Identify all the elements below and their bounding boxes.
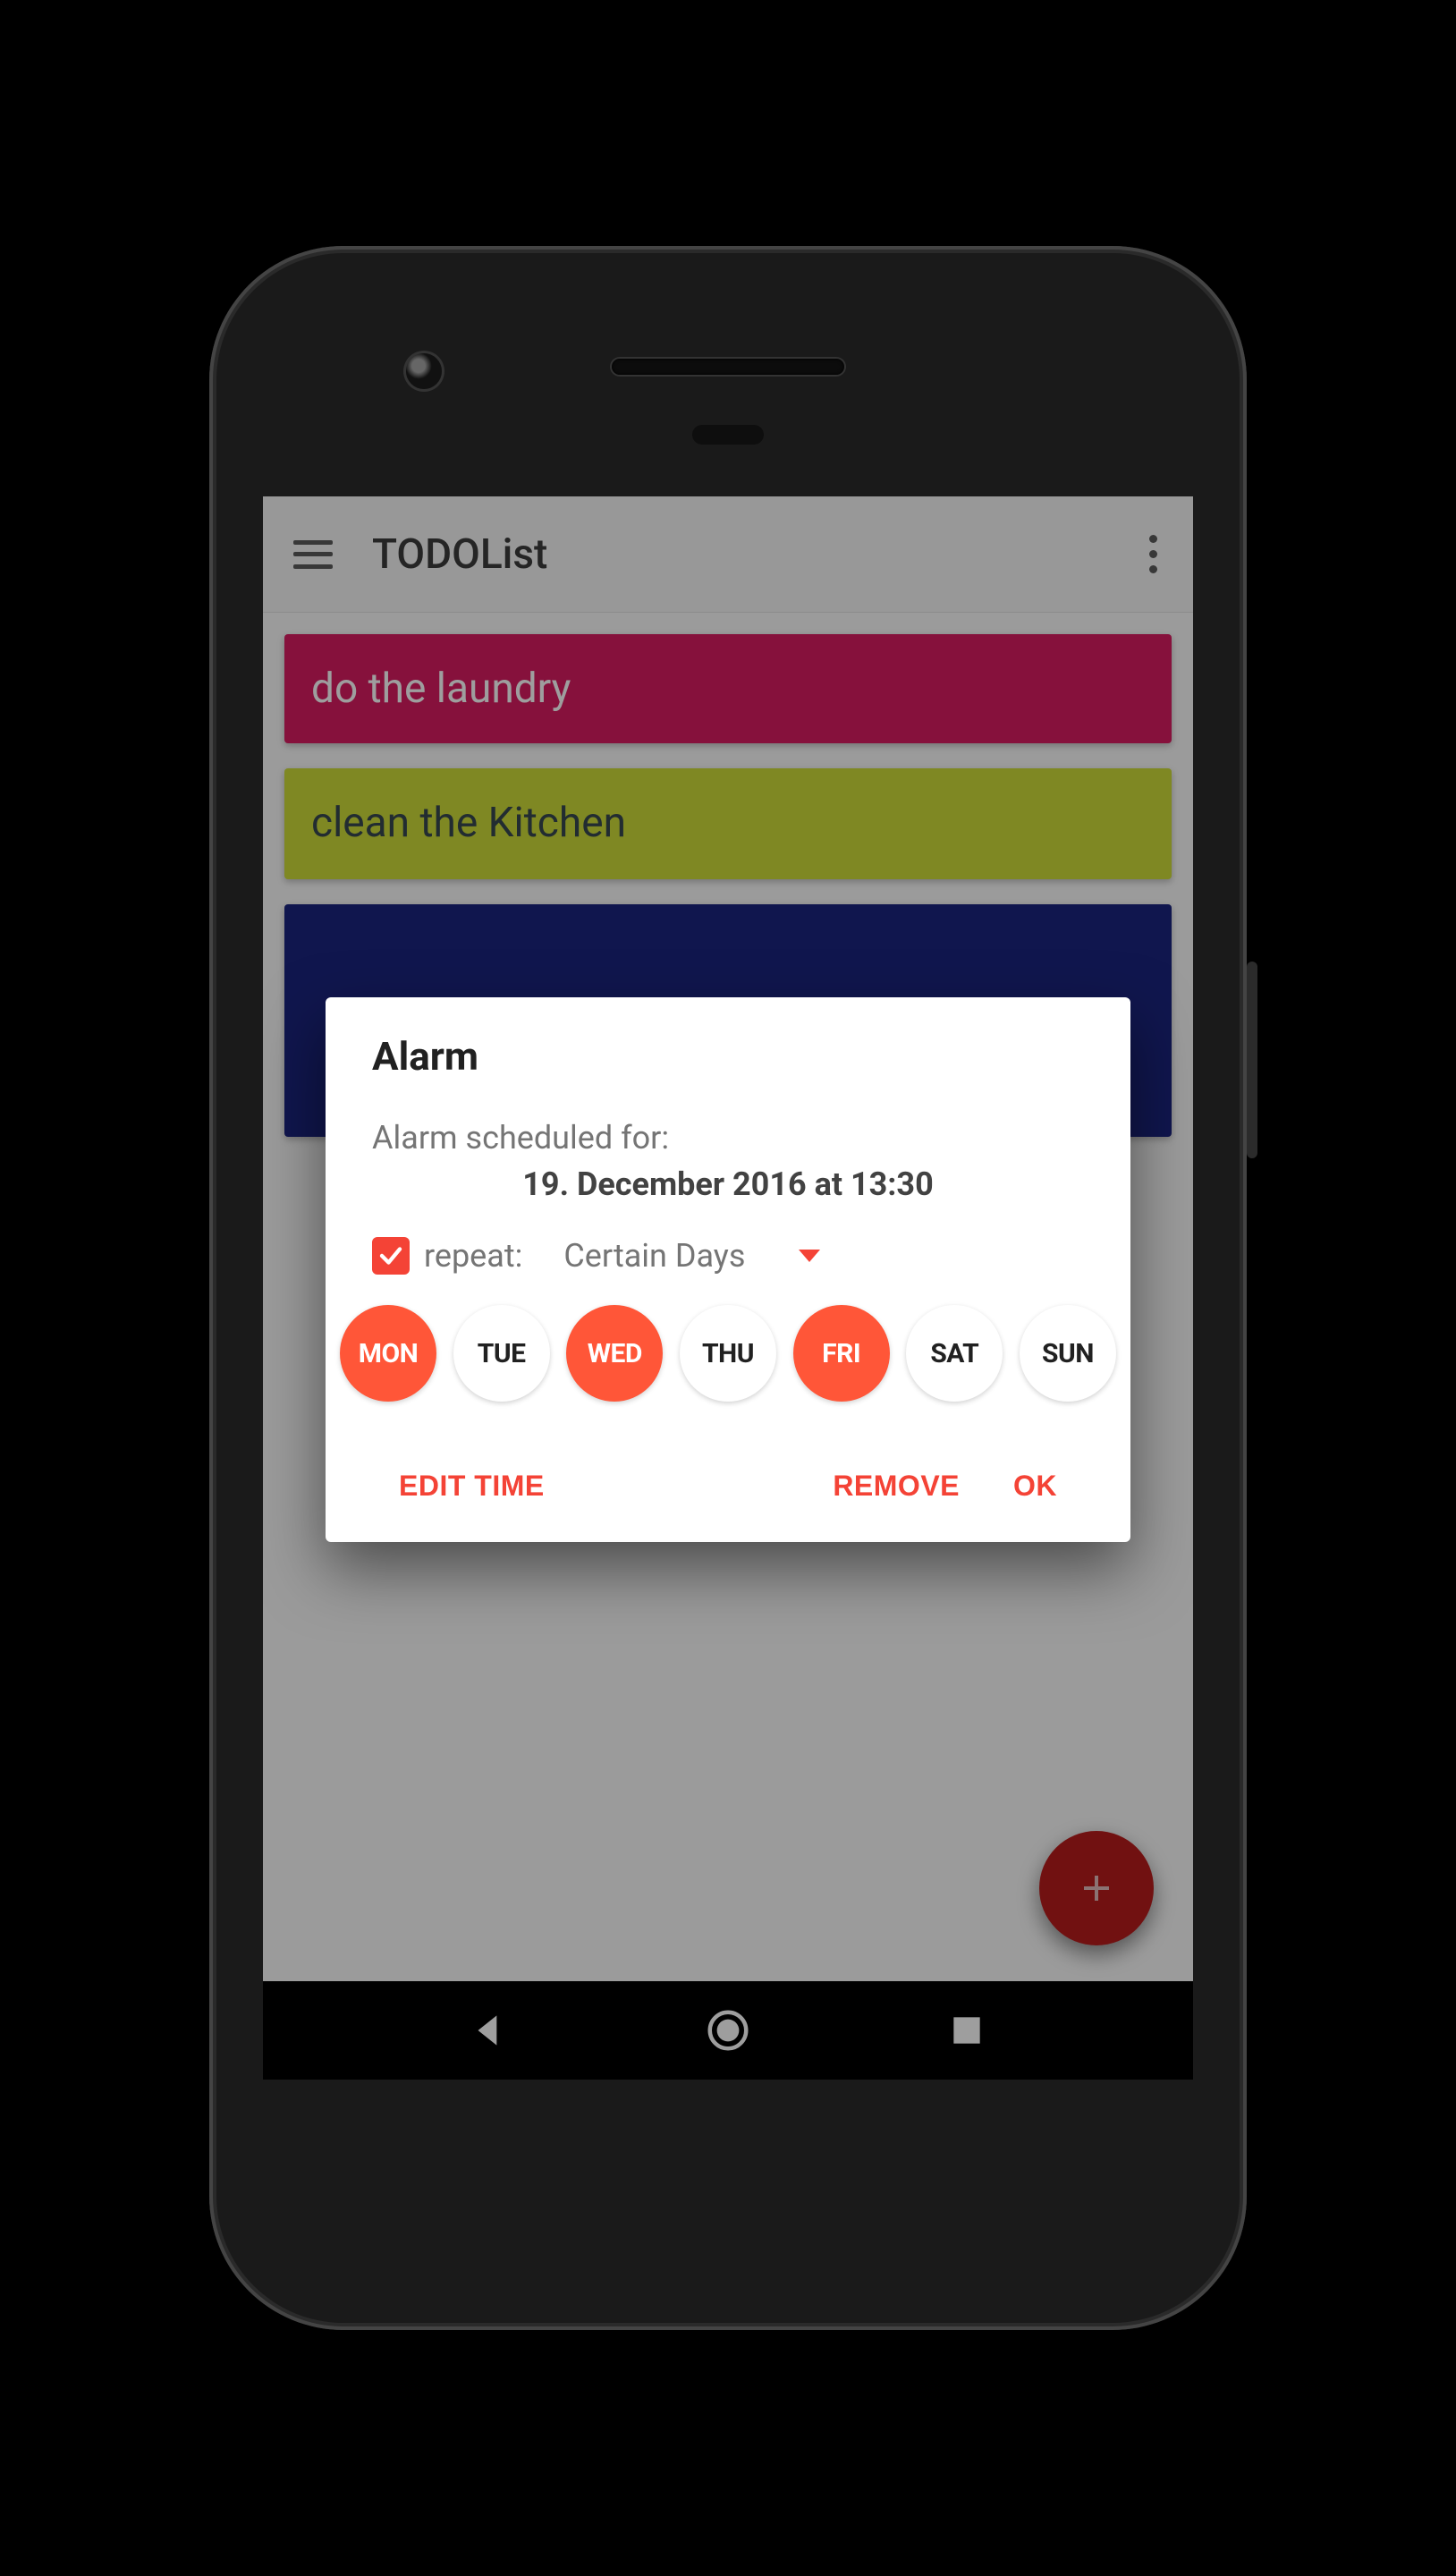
phone-frame: TODOList do the laundry clean the Kitche… (209, 246, 1247, 2330)
day-toggle-thu[interactable]: THU (680, 1305, 776, 1402)
scheduled-for-label: Alarm scheduled for: (372, 1119, 1084, 1157)
dialog-title: Alarm (372, 1033, 1084, 1080)
earpiece-speaker (612, 359, 844, 375)
ok-button[interactable]: OK (986, 1452, 1084, 1521)
day-toggle-wed[interactable]: WED (566, 1305, 663, 1402)
dropdown-arrow-icon (799, 1250, 820, 1262)
repeat-mode-dropdown[interactable]: Certain Days (563, 1237, 820, 1275)
device-screen: TODOList do the laundry clean the Kitche… (263, 496, 1193, 2080)
remove-button[interactable]: REMOVE (806, 1452, 986, 1521)
front-camera (406, 353, 442, 389)
repeat-row: repeat: Certain Days (372, 1237, 1084, 1275)
day-toggle-sun[interactable]: SUN (1020, 1305, 1116, 1402)
dialog-scrim[interactable]: Alarm Alarm scheduled for: 19. December … (263, 496, 1193, 2080)
day-toggle-sat[interactable]: SAT (906, 1305, 1003, 1402)
alarm-dialog: Alarm Alarm scheduled for: 19. December … (326, 997, 1130, 1542)
edit-time-button[interactable]: EDIT TIME (372, 1452, 571, 1521)
repeat-label: repeat: (424, 1237, 522, 1275)
day-toggle-mon[interactable]: MON (340, 1305, 436, 1402)
day-selector: MONTUEWEDTHUFRISATSUN (326, 1305, 1130, 1402)
day-toggle-fri[interactable]: FRI (793, 1305, 890, 1402)
scheduled-datetime: 19. December 2016 at 13:30 (372, 1165, 1084, 1203)
checkmark-icon (377, 1242, 404, 1269)
phone-top-bezel (209, 246, 1247, 487)
proximity-sensor (692, 425, 764, 445)
repeat-checkbox[interactable] (372, 1237, 410, 1275)
dialog-actions: EDIT TIME REMOVE OK (326, 1452, 1130, 1521)
repeat-mode-value: Certain Days (563, 1237, 745, 1275)
day-toggle-tue[interactable]: TUE (453, 1305, 550, 1402)
